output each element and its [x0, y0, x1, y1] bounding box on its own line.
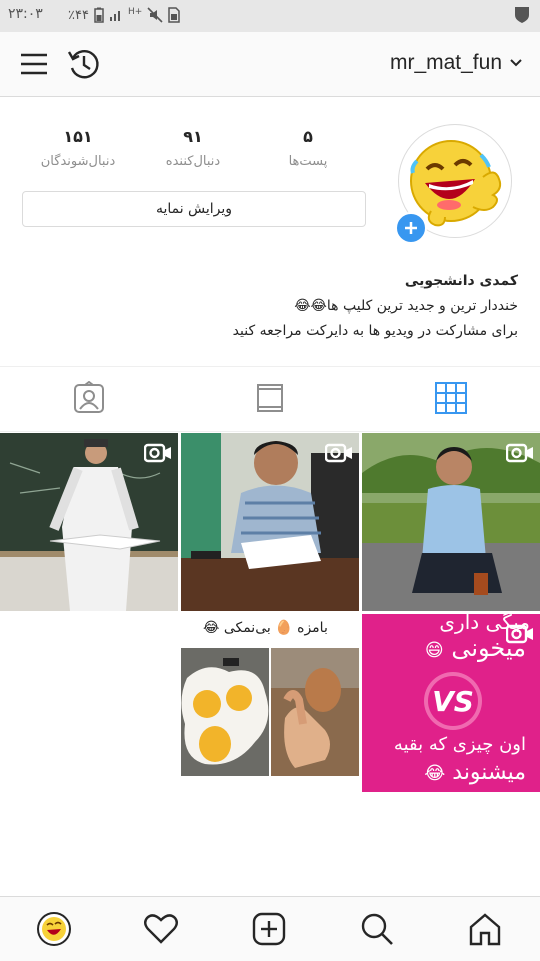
followers-label: دنبال‌کننده: [165, 154, 221, 169]
mute-icon: [147, 7, 163, 23]
network-type: H+: [127, 7, 143, 17]
status-time: ۲۳:۰۳: [8, 6, 43, 22]
search-icon[interactable]: [359, 911, 395, 947]
post-thumbnail[interactable]: [0, 433, 178, 611]
vs-label: VS: [432, 684, 474, 718]
post-thumbnail[interactable]: [181, 433, 359, 611]
video-icon: [144, 443, 171, 463]
hamburger-menu-icon[interactable]: [20, 52, 48, 76]
post-thumbnail[interactable]: میگی داری میخونی 😄 VS اون چیزی که بقیه م…: [362, 614, 540, 792]
home-icon[interactable]: [467, 911, 503, 947]
top-header: mr_mat_fun: [0, 32, 540, 97]
profile-tabs: [0, 366, 540, 432]
signal-icon: [109, 11, 120, 21]
post-caption-bland: بی‌نمکی: [223, 620, 271, 636]
chevron-down-icon: [510, 59, 522, 67]
vs-badge: VS: [428, 676, 478, 726]
following-label: دنبال‌شوندگان: [40, 154, 116, 169]
egg-emoji: 🥚: [275, 620, 293, 636]
video-icon: [506, 624, 533, 644]
stat-following[interactable]: ۱۵۱ دنبال‌شوندگان: [23, 127, 133, 169]
shield-icon: [515, 7, 529, 23]
post-thumbnail[interactable]: [362, 433, 540, 611]
bio-line-1: خنددار ترین و جدید ترین کلیپ ها😂😂: [294, 298, 518, 314]
stat-followers[interactable]: ۹۱ دنبال‌کننده: [138, 127, 248, 169]
video-icon: [506, 443, 533, 463]
stat-posts[interactable]: ۵ پست‌ها: [253, 127, 363, 169]
battery-icon: [94, 7, 104, 23]
account-switcher[interactable]: mr_mat_fun: [390, 51, 522, 75]
list-icon[interactable]: [253, 381, 287, 415]
bottom-navigation: [0, 896, 540, 961]
meme-line-4-row: میشنوند 😂: [424, 760, 526, 785]
profile-avatar-nav-icon[interactable]: [36, 911, 72, 947]
bio-name: کمدی دانشجویی: [404, 273, 518, 289]
heart-icon[interactable]: [143, 911, 179, 947]
posts-label: پست‌ها: [288, 154, 328, 169]
status-bar: ۲۳:۰۳ ٪۴۴ H+: [0, 0, 540, 32]
post-thumbnail-blank[interactable]: [0, 614, 178, 792]
post-thumbnail[interactable]: بامزه 🥚 بی‌نمکی 😂: [181, 614, 359, 792]
add-story-button[interactable]: [395, 212, 427, 244]
grin-emoji: 😄: [424, 640, 444, 661]
plus-icon: [405, 222, 417, 234]
add-post-icon[interactable]: [251, 911, 287, 947]
history-clock-icon[interactable]: [66, 46, 102, 82]
followers-count: ۹۱: [183, 127, 203, 146]
status-icons: ٪۴۴ H+: [68, 7, 181, 23]
post-caption-row: بامزه 🥚 بی‌نمکی 😂: [203, 620, 328, 636]
laughing-emoji: 😂: [203, 620, 220, 636]
bio: کمدی دانشجویی خنددار ترین و جدید ترین کل…: [18, 269, 518, 344]
edit-profile-button[interactable]: ویرایش نمایه: [22, 191, 366, 227]
grid-icon[interactable]: [434, 381, 468, 415]
username-label: mr_mat_fun: [389, 51, 502, 74]
meme-line-3: اون چیزی که بقیه: [393, 734, 526, 755]
meme-line-4: میشنوند: [452, 760, 526, 785]
following-count: ۱۵۱: [63, 127, 93, 146]
post-caption-funny: بامزه: [297, 620, 328, 636]
posts-count: ۵: [303, 127, 313, 146]
tagged-person-icon[interactable]: [72, 381, 106, 415]
battery-percent: ٪۴۴: [68, 7, 89, 23]
sim-icon: [168, 7, 181, 23]
video-icon: [325, 443, 352, 463]
post-image-eggs: [181, 648, 359, 776]
laughing-emoji: 😂: [424, 763, 446, 784]
bio-line-2: برای مشارکت در ویدیو ها به دایرکت مراجعه…: [232, 323, 518, 339]
